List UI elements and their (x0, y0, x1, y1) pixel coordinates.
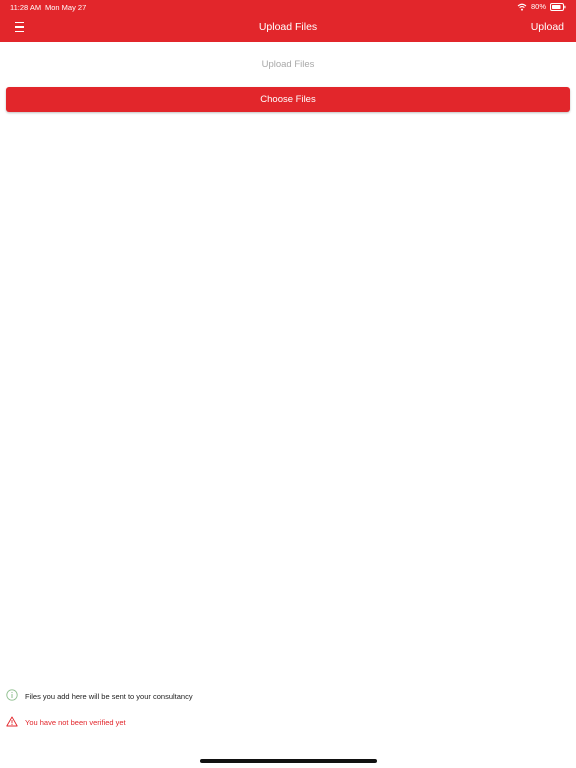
info-icon (6, 689, 18, 703)
section-title: Upload Files (261, 59, 315, 70)
warning-text: You have not been verified yet (25, 718, 126, 727)
top-bar: 11:28 AM Mon May 27 80% Upload Files Upl… (0, 0, 576, 42)
wifi-icon (517, 3, 527, 11)
choose-files-button[interactable]: Choose Files (6, 87, 570, 112)
warning-icon (6, 716, 18, 729)
status-indicators: 80% (517, 2, 566, 11)
upload-button[interactable]: Upload (531, 21, 564, 33)
page-title: Upload Files (258, 21, 318, 33)
battery-percent: 80% (530, 2, 546, 11)
home-indicator[interactable] (200, 759, 377, 763)
verification-warning: You have not been verified yet (6, 716, 126, 729)
info-message: Files you add here will be sent to your … (6, 689, 193, 703)
info-text: Files you add here will be sent to your … (25, 691, 193, 701)
status-date: Mon May 27 (45, 3, 87, 12)
choose-files-label: Choose Files (260, 94, 316, 105)
status-time: 11:28 AM (10, 3, 42, 12)
battery-icon (550, 2, 566, 11)
